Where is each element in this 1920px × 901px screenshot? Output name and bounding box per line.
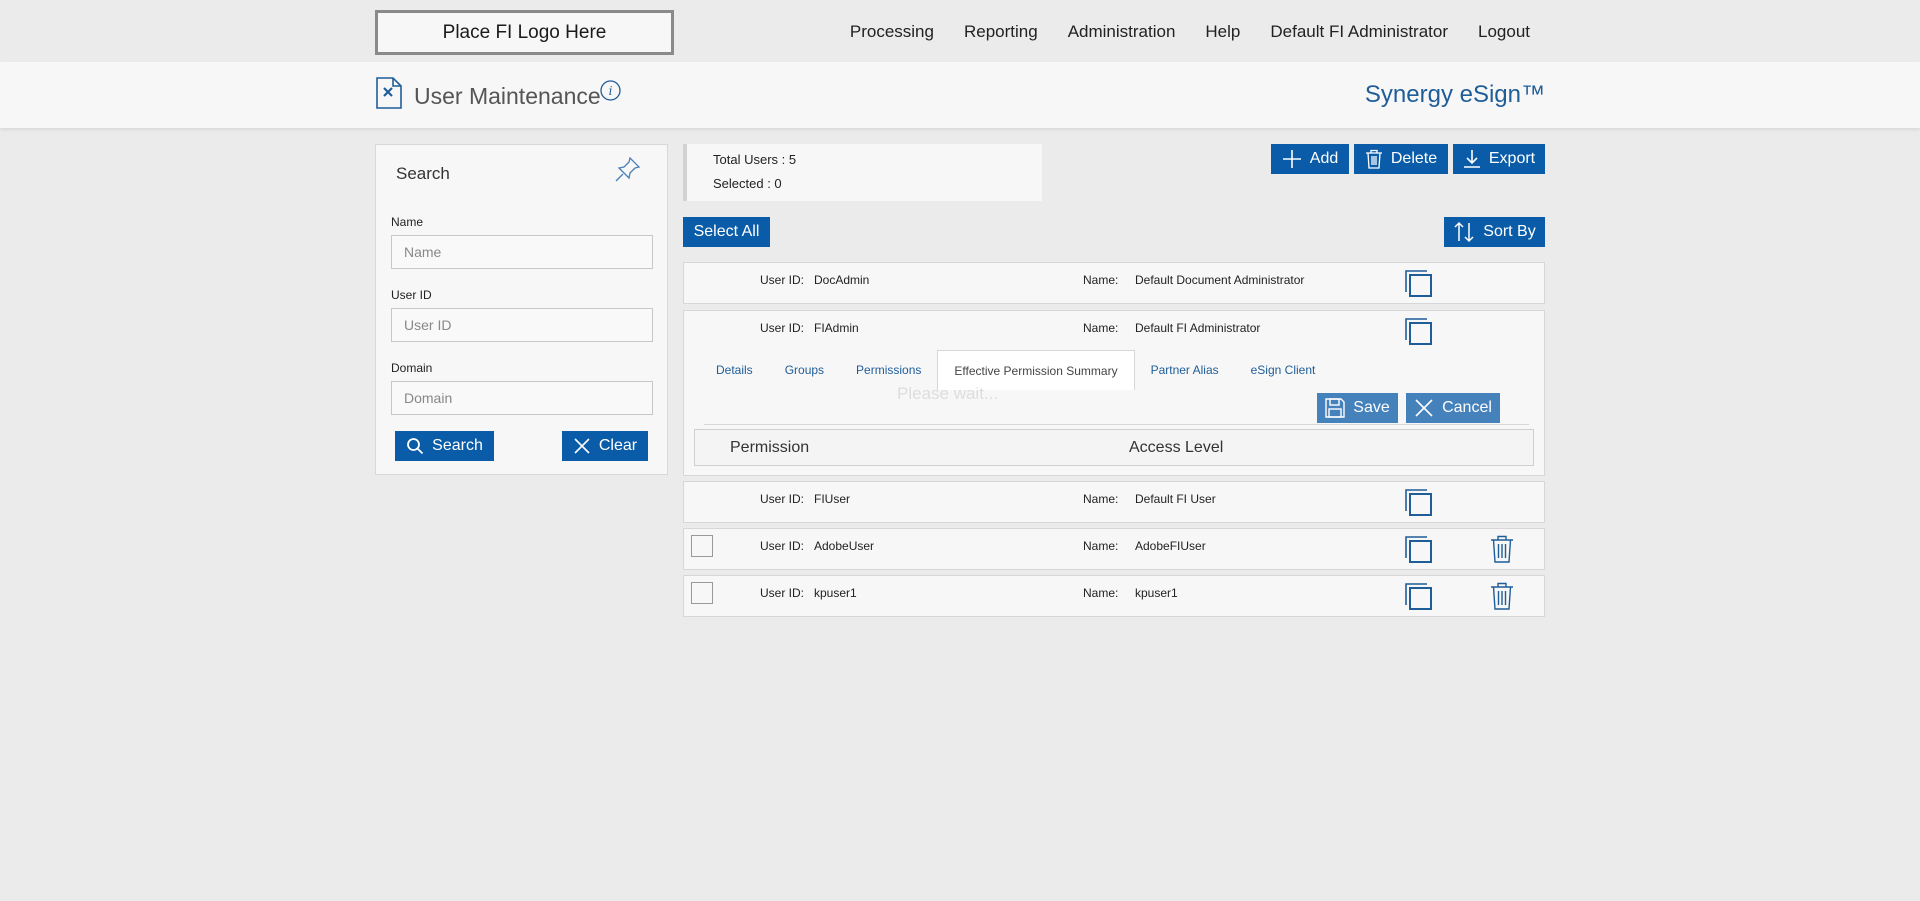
plus-icon bbox=[1282, 150, 1301, 168]
selected-count: Selected : 0 bbox=[713, 176, 782, 191]
tab-groups[interactable]: Groups bbox=[769, 350, 840, 390]
copy-icon[interactable] bbox=[1405, 318, 1433, 346]
row-checkbox[interactable] bbox=[691, 535, 713, 557]
export-button[interactable]: Export bbox=[1453, 144, 1545, 174]
userid-label: User ID bbox=[391, 288, 432, 302]
name-value: Default FI User bbox=[1135, 492, 1216, 506]
total-users: Total Users : 5 bbox=[713, 152, 797, 167]
user-id-value: FIUser bbox=[814, 492, 850, 506]
clear-button[interactable]: Clear bbox=[562, 431, 648, 461]
user-summary: Total Users : 5 Selected : 0 bbox=[683, 144, 1042, 201]
add-button[interactable]: Add bbox=[1271, 144, 1349, 174]
loading-overlay-text: Please wait... bbox=[897, 384, 999, 403]
close-icon bbox=[1415, 399, 1433, 417]
name-label: Name: bbox=[1083, 273, 1119, 287]
table-row[interactable]: User ID: kpuser1 Name: kpuser1 bbox=[683, 575, 1545, 617]
user-id-label: User ID: bbox=[760, 586, 805, 600]
name-value: Default Document Administrator bbox=[1135, 273, 1305, 287]
select-all-button[interactable]: Select All bbox=[683, 217, 770, 247]
brand-name: Synergy eSign™ bbox=[1364, 81, 1545, 108]
page-title: User Maintenance bbox=[414, 83, 601, 109]
save-button-label: Save bbox=[1353, 399, 1390, 416]
table-row[interactable]: User ID: AdobeUser Name: AdobeFIUser bbox=[683, 528, 1545, 570]
fi-logo-placeholder[interactable]: Place FI Logo Here bbox=[375, 10, 674, 55]
name-label: Name bbox=[391, 215, 424, 229]
nav-help[interactable]: Help bbox=[1205, 22, 1240, 42]
info-icon[interactable]: i bbox=[600, 80, 621, 101]
cancel-button[interactable]: Cancel bbox=[1406, 393, 1500, 423]
user-id-label: User ID: bbox=[760, 321, 805, 335]
nav-reporting[interactable]: Reporting bbox=[964, 22, 1038, 42]
pin-icon[interactable] bbox=[614, 155, 642, 183]
copy-icon[interactable] bbox=[1405, 489, 1433, 517]
search-button[interactable]: Search bbox=[395, 431, 494, 461]
name-input[interactable] bbox=[391, 235, 653, 269]
cancel-button-label: Cancel bbox=[1442, 399, 1492, 416]
domain-label: Domain bbox=[391, 361, 433, 375]
user-id-label: User ID: bbox=[760, 492, 805, 506]
trash-icon[interactable] bbox=[1490, 535, 1514, 563]
delete-button-label: Delete bbox=[1390, 150, 1438, 167]
table-row-expanded[interactable]: User ID: FIAdmin Name: Default FI Admini… bbox=[683, 310, 1545, 476]
sort-icon bbox=[1454, 221, 1474, 243]
column-permission: Permission bbox=[730, 439, 810, 456]
trash-icon bbox=[1365, 149, 1382, 169]
user-id-value: AdobeUser bbox=[814, 539, 875, 553]
user-id-label: User ID: bbox=[760, 273, 805, 287]
name-label: Name: bbox=[1083, 321, 1119, 335]
name-label: Name: bbox=[1083, 492, 1119, 506]
search-button-label: Search bbox=[432, 437, 483, 454]
table-row[interactable]: User ID: DocAdmin Name: Default Document… bbox=[683, 262, 1545, 304]
nav-processing[interactable]: Processing bbox=[850, 22, 934, 42]
nav-administration[interactable]: Administration bbox=[1068, 22, 1176, 42]
permission-table-header: Permission Access Level bbox=[694, 429, 1534, 466]
select-all-label: Select All bbox=[693, 223, 760, 240]
svg-text:i: i bbox=[609, 84, 613, 98]
search-icon bbox=[407, 438, 424, 455]
name-value: Default FI Administrator bbox=[1135, 321, 1261, 335]
page-header: User Maintenance i Synergy eSign™ bbox=[0, 62, 1920, 128]
domain-input[interactable] bbox=[391, 381, 653, 415]
add-button-label: Add bbox=[1309, 150, 1339, 167]
name-label: Name: bbox=[1083, 586, 1119, 600]
row-checkbox[interactable] bbox=[691, 582, 713, 604]
divider bbox=[704, 424, 1529, 425]
search-panel: Search Name User ID Domain Search Clear bbox=[375, 144, 668, 475]
copy-icon[interactable] bbox=[1405, 536, 1433, 564]
nav-user-menu[interactable]: Default FI Administrator bbox=[1270, 22, 1448, 42]
delete-button[interactable]: Delete bbox=[1354, 144, 1448, 174]
user-id-value: kpuser1 bbox=[814, 586, 857, 600]
table-row[interactable]: User ID: FIUser Name: Default FI User bbox=[683, 481, 1545, 523]
top-bar: Place FI Logo Here Processing Reporting … bbox=[0, 0, 1920, 62]
user-id-value: FIAdmin bbox=[814, 321, 859, 335]
copy-icon[interactable] bbox=[1405, 583, 1433, 611]
clear-button-label: Clear bbox=[598, 437, 638, 454]
tab-esign-client[interactable]: eSign Client bbox=[1235, 350, 1332, 390]
download-icon bbox=[1463, 150, 1480, 168]
document-x-icon bbox=[376, 77, 402, 109]
userid-input[interactable] bbox=[391, 308, 653, 342]
trash-icon[interactable] bbox=[1490, 582, 1514, 610]
user-id-label: User ID: bbox=[760, 539, 805, 553]
search-panel-title: Search bbox=[396, 164, 450, 183]
name-label: Name: bbox=[1083, 539, 1119, 553]
tab-partner-alias[interactable]: Partner Alias bbox=[1135, 350, 1235, 390]
user-detail-tabs: Details Groups Permissions Effective Per… bbox=[700, 350, 1331, 390]
name-value: kpuser1 bbox=[1135, 586, 1178, 600]
sort-by-button[interactable]: Sort By bbox=[1444, 217, 1545, 247]
floppy-disk-icon bbox=[1325, 398, 1345, 418]
tab-details[interactable]: Details bbox=[700, 350, 769, 390]
nav-logout[interactable]: Logout bbox=[1478, 22, 1530, 42]
column-access-level: Access Level bbox=[1129, 439, 1224, 456]
name-value: AdobeFIUser bbox=[1135, 539, 1206, 553]
close-icon bbox=[574, 438, 590, 454]
copy-icon[interactable] bbox=[1405, 270, 1433, 298]
sort-by-label: Sort By bbox=[1483, 223, 1536, 240]
export-button-label: Export bbox=[1488, 150, 1536, 167]
main-nav: Processing Reporting Administration Help… bbox=[850, 22, 1530, 42]
user-id-value: DocAdmin bbox=[814, 273, 870, 287]
save-button[interactable]: Save bbox=[1317, 393, 1398, 423]
